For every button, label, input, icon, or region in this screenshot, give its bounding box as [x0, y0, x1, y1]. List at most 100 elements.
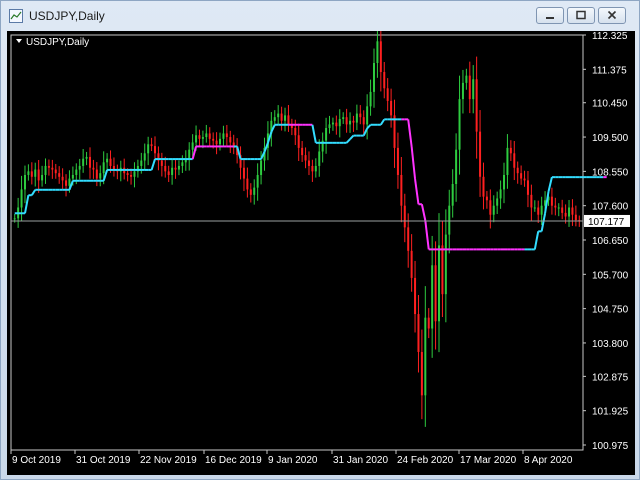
- candle: [160, 152, 163, 177]
- candle: [458, 75, 461, 175]
- candle: [219, 132, 222, 151]
- candle: [47, 159, 50, 176]
- candle: [208, 127, 211, 147]
- minimize-button[interactable]: [536, 7, 564, 24]
- candle: [242, 158, 245, 192]
- candle: [297, 123, 300, 161]
- trail-segment: [150, 158, 156, 171]
- candle: [479, 110, 482, 197]
- candle: [188, 142, 191, 171]
- candle: [441, 221, 444, 318]
- candle: [513, 141, 516, 181]
- candle: [444, 209, 447, 323]
- y-tick-label: 100.975: [592, 441, 629, 452]
- x-tick-label: 24 Feb 2020: [397, 455, 454, 466]
- trail-segment: [420, 204, 427, 221]
- y-tick-label: 109.500: [592, 133, 629, 144]
- chart-window-icon: [9, 9, 23, 23]
- candle: [496, 191, 499, 214]
- candle: [82, 148, 85, 173]
- candle: [403, 193, 406, 243]
- trail-segment: [30, 189, 37, 196]
- candle: [379, 31, 382, 92]
- x-tick-label: 22 Nov 2019: [140, 455, 197, 466]
- candle: [174, 159, 177, 179]
- candle: [393, 99, 396, 168]
- candle: [215, 132, 218, 155]
- candle: [506, 134, 509, 189]
- candle: [369, 79, 372, 116]
- candle: [116, 164, 119, 180]
- candle: [557, 203, 560, 217]
- candle: [451, 169, 454, 218]
- candle: [331, 117, 334, 131]
- candle: [571, 199, 574, 226]
- candle: [355, 104, 358, 131]
- price-chart[interactable]: USDJPY,Daily 107.177 112.325 111.375 110.4…: [7, 31, 635, 475]
- candle: [492, 195, 495, 223]
- window-title: USDJPY,Daily: [29, 9, 105, 23]
- trail-segment: [345, 138, 351, 144]
- x-tick-label: 17 Mar 2020: [460, 455, 517, 466]
- candle: [280, 106, 283, 131]
- candle: [489, 189, 492, 229]
- candle: [95, 162, 98, 187]
- candle: [181, 155, 184, 173]
- title-bar[interactable]: USDJPY,Daily: [1, 1, 639, 31]
- candle: [232, 134, 235, 155]
- candle: [304, 147, 307, 169]
- candle: [533, 200, 536, 212]
- candle: [112, 157, 115, 177]
- candle: [177, 160, 180, 176]
- close-button[interactable]: [598, 7, 626, 24]
- x-tick-label: 31 Oct 2019: [76, 455, 131, 466]
- triangle-down-icon[interactable]: [16, 39, 22, 43]
- trail-segment: [407, 119, 413, 147]
- candle: [239, 146, 242, 180]
- candle: [376, 31, 379, 78]
- candle: [438, 213, 440, 353]
- y-tick-label: 110.450: [592, 99, 628, 110]
- candle: [301, 141, 304, 162]
- trail-segment: [547, 176, 553, 192]
- trail-segment: [533, 231, 540, 250]
- minimize-icon: [546, 17, 554, 19]
- candle: [294, 119, 297, 145]
- candle: [184, 150, 187, 171]
- candle: [396, 132, 399, 189]
- trail-segment: [424, 220, 430, 250]
- candle: [143, 143, 146, 171]
- trail-segment: [349, 134, 355, 140]
- candle: [345, 108, 348, 133]
- current-price-value: 107.177: [588, 217, 625, 228]
- maximize-icon: [576, 10, 586, 20]
- candle: [130, 168, 133, 185]
- chart-window: USDJPY,Daily USDJPY,Daily 107.177 112.32…: [0, 0, 640, 480]
- candle: [475, 56, 478, 159]
- candle: [167, 165, 170, 183]
- y-tick-label: 107.600: [592, 202, 629, 213]
- candle: [342, 112, 345, 124]
- plot-frame: [10, 34, 584, 451]
- candle: [383, 62, 386, 99]
- candle: [390, 88, 393, 128]
- candle: [499, 180, 502, 209]
- y-tick-label: 105.700: [592, 270, 629, 281]
- maximize-button[interactable]: [567, 7, 595, 24]
- candle: [58, 166, 61, 184]
- chart-area[interactable]: USDJPY,Daily 107.177 112.325 111.375 110.4…: [7, 31, 635, 475]
- candle: [448, 189, 451, 254]
- candle: [147, 136, 150, 166]
- candle: [366, 94, 369, 140]
- candle: [154, 136, 156, 162]
- candle: [503, 162, 506, 204]
- x-tick-label: 31 Jan 2020: [333, 455, 388, 466]
- candle: [256, 163, 259, 201]
- y-tick-label: 111.375: [592, 65, 627, 76]
- y-tick-label: 112.325: [592, 31, 628, 42]
- close-icon: [607, 10, 617, 20]
- candle: [417, 294, 420, 373]
- candle: [287, 104, 290, 132]
- candle: [568, 199, 571, 227]
- candle: [561, 199, 564, 220]
